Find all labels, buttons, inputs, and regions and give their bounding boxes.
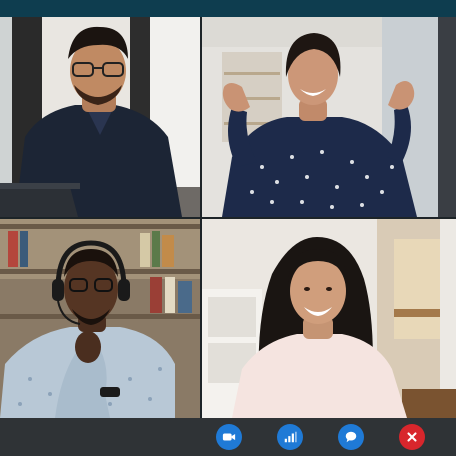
participant-video-tile-2[interactable]	[202, 17, 456, 217]
window-top-bar	[0, 0, 456, 17]
participant-3-video	[0, 219, 200, 418]
call-control-bar	[0, 418, 456, 456]
video-grid	[0, 17, 456, 418]
signal-bars-icon	[284, 431, 297, 443]
video-camera-icon	[222, 433, 236, 441]
participant-video-tile-1[interactable]	[0, 17, 200, 217]
end-call-button[interactable]	[399, 424, 425, 450]
participant-4-video	[202, 219, 456, 418]
chat-bubble-icon	[345, 431, 357, 443]
participant-1-video	[0, 17, 200, 217]
chat-button[interactable]	[338, 424, 364, 450]
video-toggle-button[interactable]	[216, 424, 242, 450]
end-call-close-icon	[407, 432, 417, 442]
participant-2-video	[202, 17, 456, 217]
participant-video-tile-4[interactable]	[202, 219, 456, 418]
grid-divider-horizontal	[0, 217, 456, 219]
connection-quality-button[interactable]	[277, 424, 303, 450]
participant-video-tile-3[interactable]	[0, 219, 200, 418]
